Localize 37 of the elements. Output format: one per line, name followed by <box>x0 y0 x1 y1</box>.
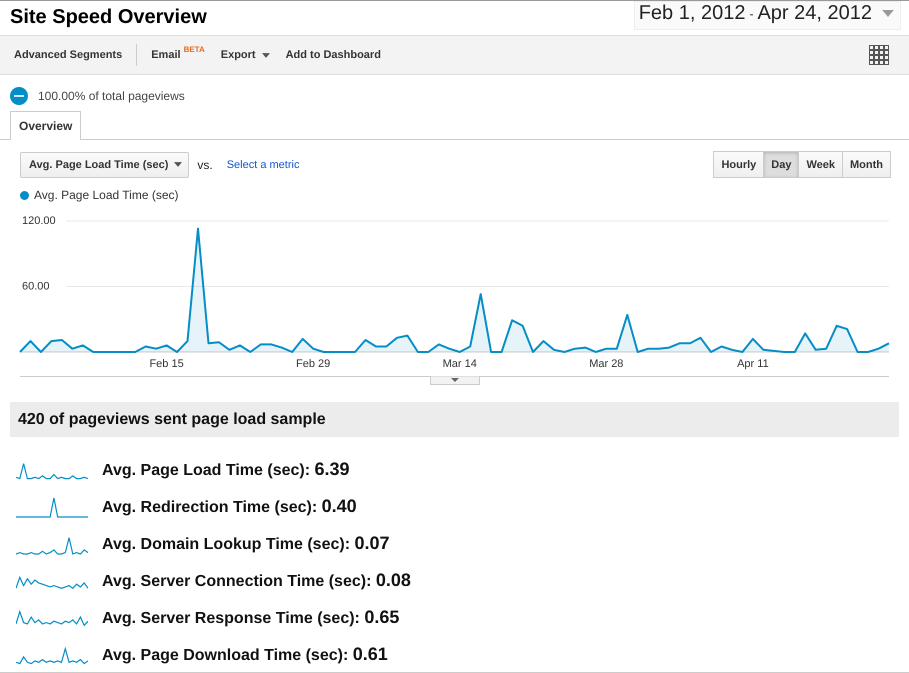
caret-icon <box>262 52 270 58</box>
collapse-handle[interactable] <box>430 376 480 385</box>
x-axis-label: Apr 11 <box>737 358 769 370</box>
granularity-button[interactable]: Day <box>763 151 800 178</box>
metric-text: Avg. Page Download Time (sec): 0.61 <box>102 644 388 665</box>
y-axis-label: 120.00 <box>22 215 56 227</box>
metric-text: Avg. Server Response Time (sec): 0.65 <box>102 607 400 628</box>
page-title: Site Speed Overview <box>10 6 207 29</box>
toolbar-button[interactable]: Export <box>212 49 278 61</box>
granularity-button[interactable]: Month <box>842 151 891 178</box>
granularity-button[interactable]: Hourly <box>713 151 764 178</box>
metric-text: Avg. Domain Lookup Time (sec): 0.07 <box>102 533 390 554</box>
x-axis-label: Mar 28 <box>589 358 624 370</box>
sample-share: 100.00% of total pageviews <box>38 89 185 103</box>
x-axis-label: Feb 29 <box>296 358 330 370</box>
caret-icon <box>882 10 894 17</box>
toolbar-button[interactable]: Email $^{BETA}$ <box>143 49 213 61</box>
metric-text: Avg. Page Load Time (sec): 6.39 <box>102 459 350 480</box>
metric-text: Avg. Redirection Time (sec): 0.40 <box>102 496 357 517</box>
toolbar-button[interactable]: Advanced Segments <box>6 49 130 61</box>
select-metric-link[interactable]: Select a metric <box>226 158 300 170</box>
x-axis-label: Feb 15 <box>149 358 184 370</box>
caret-icon <box>174 162 182 167</box>
summary-banner: 420 of pageviews sent page load sample <box>10 402 899 437</box>
sparkline <box>16 496 88 518</box>
sparkline <box>16 644 88 666</box>
toolbar-button[interactable]: Add to Dashboard <box>278 49 389 61</box>
legend-label: Avg. Page Load Time (sec) <box>34 188 179 202</box>
vs-label: vs. <box>197 158 213 172</box>
granularity-button[interactable]: Week <box>798 151 844 178</box>
grid-icon[interactable] <box>869 45 889 65</box>
y-axis-label: 60.00 <box>22 280 50 292</box>
metric-text: Avg. Server Connection Time (sec): 0.08 <box>102 570 411 591</box>
date-range-picker[interactable]: Feb 1, 2012 - Apr 24, 2012 <box>634 1 901 30</box>
metric-dropdown[interactable]: Avg. Page Load Time (sec) <box>20 152 190 178</box>
tab[interactable]: Overview <box>10 111 82 140</box>
x-axis-label: Mar 14 <box>442 358 477 370</box>
